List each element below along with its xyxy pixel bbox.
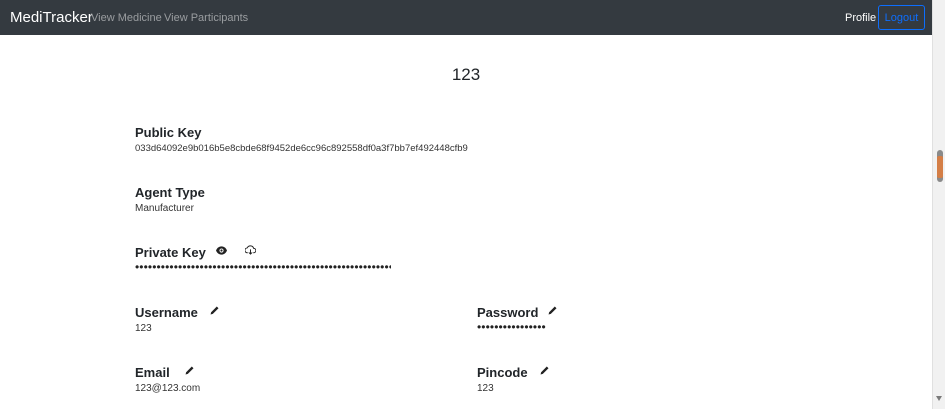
- username-edit-pencil-icon[interactable]: [210, 306, 219, 315]
- pincode-value: 123: [477, 383, 494, 394]
- agent-type-label: Agent Type: [135, 185, 205, 200]
- username-value: 123: [135, 323, 152, 334]
- pincode-label: Pincode: [477, 365, 528, 380]
- password-edit-pencil-icon[interactable]: [548, 306, 557, 315]
- public-key-label: Public Key: [135, 125, 202, 140]
- scrollbar-thumb-accent: [937, 156, 943, 178]
- top-navbar: MediTracker View Medicine View Participa…: [0, 0, 932, 35]
- pincode-edit-pencil-icon[interactable]: [540, 366, 549, 375]
- scroll-down-arrow-icon[interactable]: [936, 396, 942, 401]
- nav-view-participants[interactable]: View Participants: [164, 12, 248, 24]
- logout-button[interactable]: Logout: [878, 5, 925, 30]
- agent-type-value: Manufacturer: [135, 203, 194, 214]
- email-value: 123@123.com: [135, 383, 201, 394]
- nav-profile[interactable]: Profile: [845, 12, 876, 24]
- cloud-download-icon[interactable]: [245, 245, 256, 255]
- email-edit-pencil-icon[interactable]: [185, 366, 194, 375]
- username-label: Username: [135, 305, 198, 320]
- brand-logo[interactable]: MediTracker: [10, 9, 93, 26]
- nav-view-medicine[interactable]: View Medicine: [91, 12, 162, 24]
- page-scrollbar[interactable]: [932, 0, 945, 409]
- private-key-label: Private Key: [135, 245, 206, 260]
- password-masked: ••••••••••••••••: [477, 320, 546, 334]
- eye-icon[interactable]: [216, 246, 227, 255]
- password-label: Password: [477, 305, 539, 320]
- page-title: 123: [451, 65, 481, 84]
- email-label: Email: [135, 365, 170, 380]
- private-key-masked: ••••••••••••••••••••••••••••••••••••••••…: [135, 263, 391, 271]
- public-key-value: 033d64092e9b016b5e8cbde68f9452de6cc96c89…: [135, 143, 468, 154]
